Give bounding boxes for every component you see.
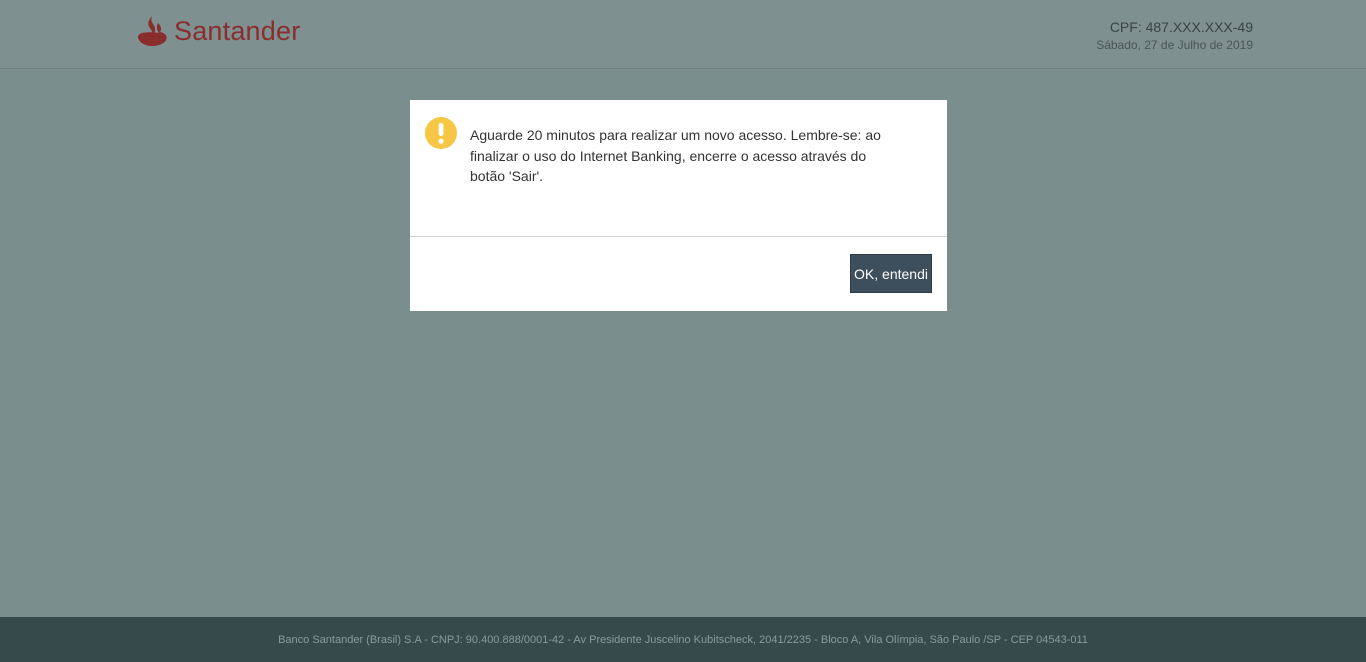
dialog-divider [410,236,947,237]
date-label: Sábado, 27 de Julho de 2019 [1096,38,1253,52]
user-info: CPF: 487.XXX.XXX-49 Sábado, 27 de Julho … [1096,18,1253,54]
ok-button[interactable]: OK, entendi [850,254,932,293]
warning-icon [425,117,457,149]
footer-address: Banco Santander (Brasil) S.A - CNPJ: 90.… [278,633,1088,646]
dialog-body: Aguarde 20 minutos para realizar um novo… [410,100,947,236]
santander-flame-icon [138,16,167,46]
alert-dialog: Aguarde 20 minutos para realizar um novo… [410,100,947,311]
cpf-label: CPF: 487.XXX.XXX-49 [1109,19,1253,35]
dialog-message: Aguarde 20 minutos para realizar um novo… [470,127,881,184]
brand-name: Santander [174,15,301,46]
santander-logo[interactable]: Santander [136,15,300,47]
header: Santander CPF: 487.XXX.XXX-49 Sábado, 27… [0,0,1366,69]
footer: Banco Santander (Brasil) S.A - CNPJ: 90.… [0,617,1366,662]
